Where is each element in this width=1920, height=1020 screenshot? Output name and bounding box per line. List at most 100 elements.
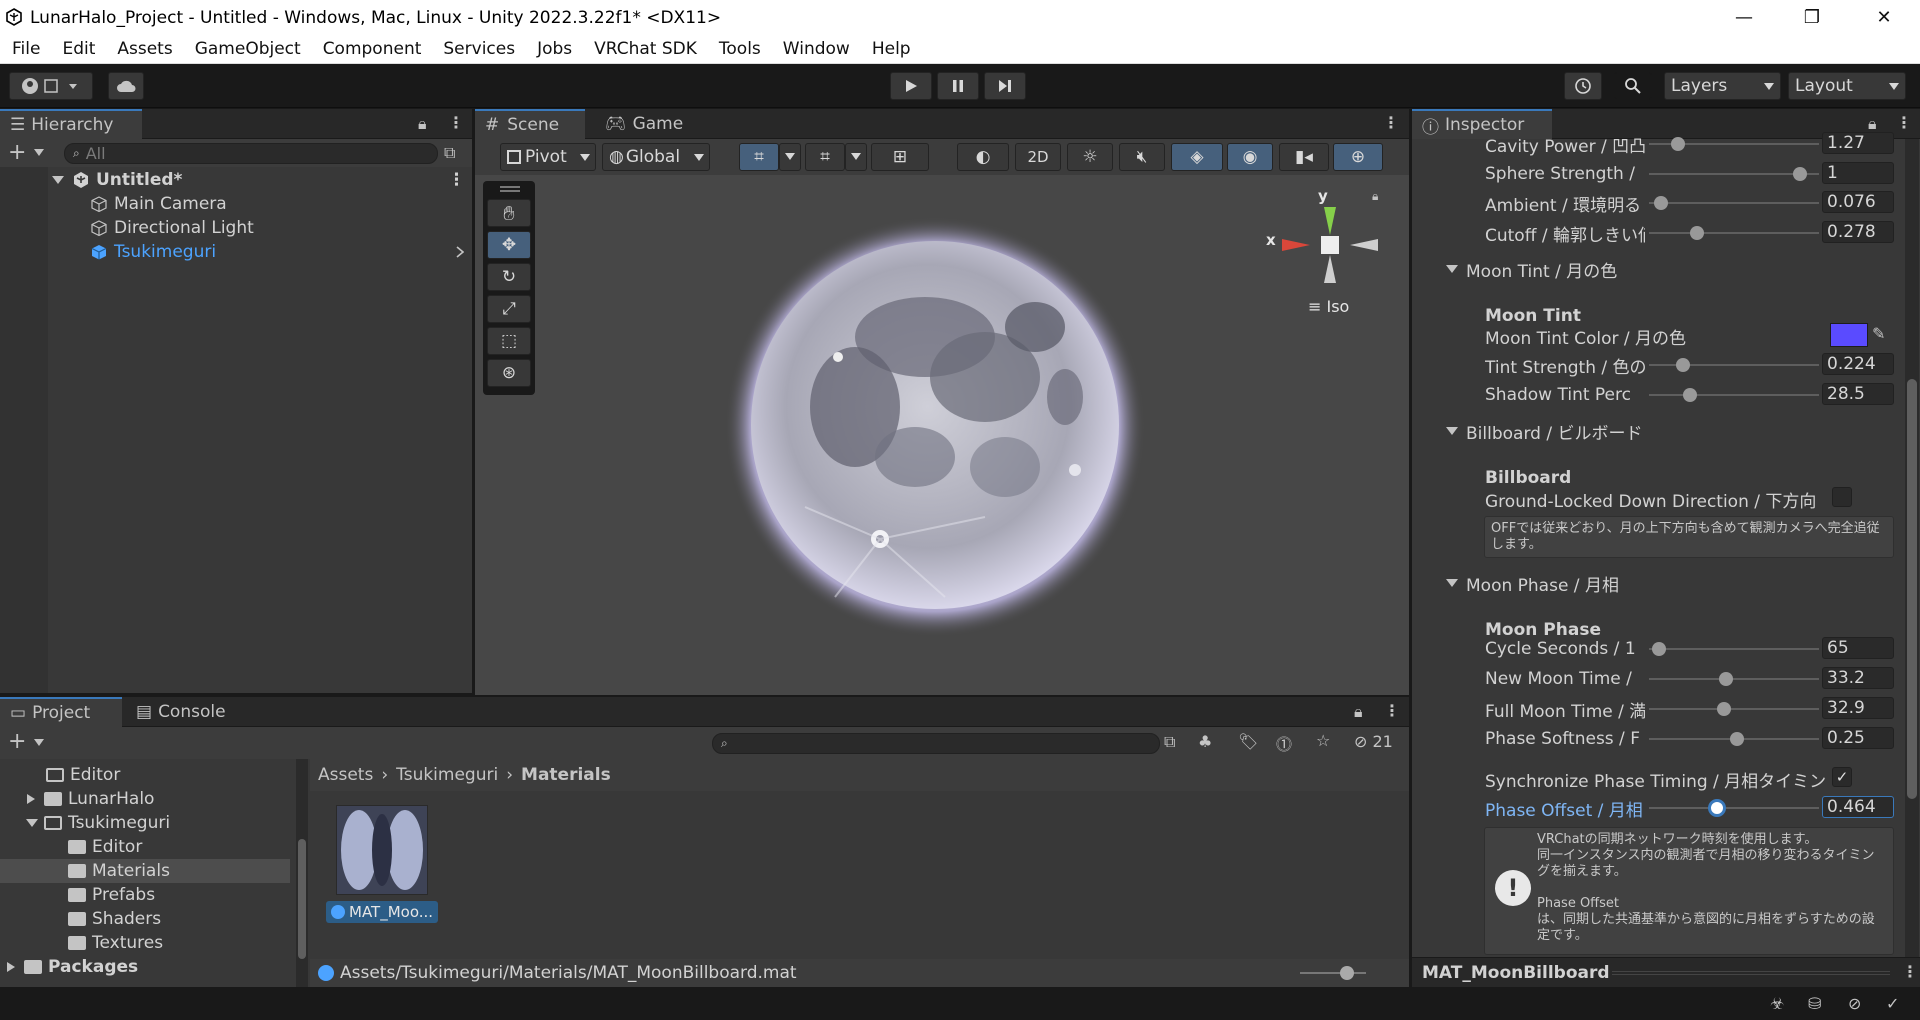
resize-handle[interactable] <box>1612 971 1890 975</box>
slider-knob[interactable] <box>1718 672 1733 686</box>
breadcrumb-tsukimeguri[interactable]: Tsukimeguri <box>396 765 498 785</box>
slider-knob[interactable] <box>1793 167 1808 181</box>
camera-settings-button[interactable]: ▮◂ <box>1279 143 1329 171</box>
play-button[interactable] <box>890 72 932 100</box>
close-button[interactable]: ✕ <box>1854 0 1914 35</box>
shadow-tint-slider[interactable] <box>1649 385 1819 405</box>
hierarchy-item-tsukimeguri[interactable]: Tsukimeguri <box>90 240 472 264</box>
scene-more-icon[interactable]: ⋮ <box>448 170 465 190</box>
menu-file[interactable]: File <box>0 39 51 59</box>
cutoff-slider[interactable] <box>1649 223 1819 243</box>
billboard-foldout[interactable]: Billboard / ビルボード <box>1446 418 1642 444</box>
tab-hierarchy[interactable]: ☰ Hierarchy <box>0 109 142 139</box>
lock-icon[interactable]: 🔒︎ <box>1354 702 1363 722</box>
zoom-slider-knob[interactable] <box>1340 966 1354 980</box>
move-tool-button[interactable]: ✥ <box>487 231 531 259</box>
tree-scrollbar[interactable] <box>296 759 308 987</box>
new-moon-field[interactable]: 33.2 <box>1822 667 1894 689</box>
filter-label-icon[interactable]: 🏷︎ <box>1238 732 1258 751</box>
phase-softness-slider[interactable] <box>1649 729 1819 749</box>
material-asset-label[interactable]: MAT_Moo... <box>326 901 438 923</box>
transform-tool-button[interactable]: ⊛ <box>487 359 531 387</box>
moon-tint-foldout[interactable]: Moon Tint / 月の色 <box>1446 256 1617 282</box>
minimize-button[interactable]: — <box>1714 0 1774 35</box>
step-button[interactable] <box>984 72 1026 100</box>
chevron-down-icon[interactable] <box>34 149 44 157</box>
tab-game[interactable]: 🎮︎ Game <box>595 109 695 139</box>
cavity-power-field[interactable]: 1.27 <box>1822 132 1894 154</box>
slider-knob[interactable] <box>1716 702 1731 716</box>
eyedropper-icon[interactable]: ✎ <box>1872 324 1885 343</box>
inspector-scrollbar[interactable] <box>1905 139 1919 987</box>
rect-tool-button[interactable]: ⬚ <box>487 327 531 355</box>
tint-strength-slider[interactable] <box>1649 355 1819 375</box>
phase-offset-field[interactable]: 0.464 <box>1822 796 1894 818</box>
project-search-input[interactable]: ⌕ <box>712 733 1160 754</box>
slider-knob[interactable] <box>1708 799 1726 817</box>
tree-scroll-thumb[interactable] <box>298 839 306 959</box>
tree-item-tsukimeguri[interactable]: Tsukimeguri <box>26 811 170 835</box>
lighting-toggle[interactable]: ☼ <box>1067 143 1113 171</box>
grid-snap-button[interactable]: ⌗ <box>739 143 779 171</box>
history-button[interactable] <box>1564 72 1602 100</box>
draw-mode-button[interactable]: ◐ <box>957 143 1009 171</box>
network-icon[interactable]: ⊘ <box>1848 994 1861 1013</box>
menu-edit[interactable]: Edit <box>51 39 106 59</box>
check-status-icon[interactable]: ✓ <box>1886 994 1899 1013</box>
hierarchy-item-main-camera[interactable]: Main Camera <box>90 192 227 216</box>
ambient-slider[interactable] <box>1649 193 1819 213</box>
effects-toggle[interactable]: ◈ <box>1171 143 1223 171</box>
iso-toggle[interactable]: ≡ Iso <box>1308 297 1349 316</box>
audio-toggle[interactable]: 🔇︎ <box>1119 143 1165 171</box>
sync-phase-checkbox[interactable]: ✓ <box>1832 767 1852 787</box>
cutoff-field[interactable]: 0.278 <box>1822 221 1894 243</box>
menu-window[interactable]: Window <box>772 39 861 59</box>
more-menu-icon[interactable]: ⋮ <box>1383 113 1399 132</box>
tree-item-lunarhalo[interactable]: LunarHalo <box>26 787 154 811</box>
increment-snap-menu[interactable] <box>845 143 867 171</box>
slider-knob[interactable] <box>1689 226 1704 240</box>
menu-services[interactable]: Services <box>432 39 526 59</box>
gizmo-neg-y-axis[interactable] <box>1324 255 1336 283</box>
search-button[interactable] <box>1614 72 1652 100</box>
scene-viewport[interactable]: ✋︎ ✥ ↻ ⤢ ⬚ ⊛ y x 🔒︎ ≡ Iso <box>475 175 1409 695</box>
tab-console[interactable]: ▤ Console <box>126 697 246 727</box>
slider-knob[interactable] <box>1730 732 1745 746</box>
tab-scene[interactable]: # Scene <box>475 109 585 139</box>
material-thumbnail[interactable] <box>336 805 428 895</box>
grid-visibility-button[interactable]: ⊞ <box>871 143 929 171</box>
slider-knob[interactable] <box>1682 388 1697 402</box>
search-options-icon[interactable]: ⧉ <box>444 143 455 163</box>
tree-item-prefabs[interactable]: Prefabs <box>68 883 155 907</box>
gizmo-neg-x-axis[interactable] <box>1350 239 1378 251</box>
moon-billboard[interactable] <box>725 217 1145 637</box>
more-menu-icon[interactable]: ⋮ <box>448 113 464 132</box>
cavity-power-slider[interactable] <box>1649 134 1819 154</box>
pivot-dropdown[interactable]: Pivot <box>500 143 596 171</box>
log-icon[interactable]: ⓵ <box>1276 731 1292 755</box>
slider-knob[interactable] <box>1670 137 1685 151</box>
tree-item-textures[interactable]: Textures <box>68 931 163 955</box>
filter-type-icon[interactable]: ♣ <box>1198 732 1212 751</box>
full-moon-slider[interactable] <box>1649 699 1819 719</box>
chevron-down-icon[interactable] <box>34 739 44 747</box>
drag-handle[interactable] <box>500 190 520 192</box>
hand-tool-button[interactable]: ✋︎ <box>487 199 531 227</box>
tree-item-editor-sub[interactable]: Editor <box>68 835 142 859</box>
moon-phase-foldout[interactable]: Moon Phase / 月相 <box>1446 570 1619 596</box>
menu-component[interactable]: Component <box>312 39 433 59</box>
tree-item-editor[interactable]: Editor <box>46 763 120 787</box>
menu-gameobject[interactable]: GameObject <box>184 39 312 59</box>
global-dropdown[interactable]: ◍ Global <box>602 143 710 171</box>
ambient-field[interactable]: 0.076 <box>1822 191 1894 213</box>
phase-softness-field[interactable]: 0.25 <box>1822 727 1894 749</box>
tree-item-shaders[interactable]: Shaders <box>68 907 161 931</box>
increment-snap-button[interactable]: ⌗ <box>805 143 845 171</box>
search-options-icon[interactable]: ⧉ <box>1164 732 1175 752</box>
account-button[interactable] <box>9 72 93 100</box>
layers-dropdown[interactable]: Layers <box>1664 72 1781 100</box>
menu-vrchat-sdk[interactable]: VRChat SDK <box>583 39 708 59</box>
tint-strength-field[interactable]: 0.224 <box>1822 353 1894 375</box>
cycle-seconds-field[interactable]: 65 <box>1822 637 1894 659</box>
pause-button[interactable] <box>937 72 979 100</box>
